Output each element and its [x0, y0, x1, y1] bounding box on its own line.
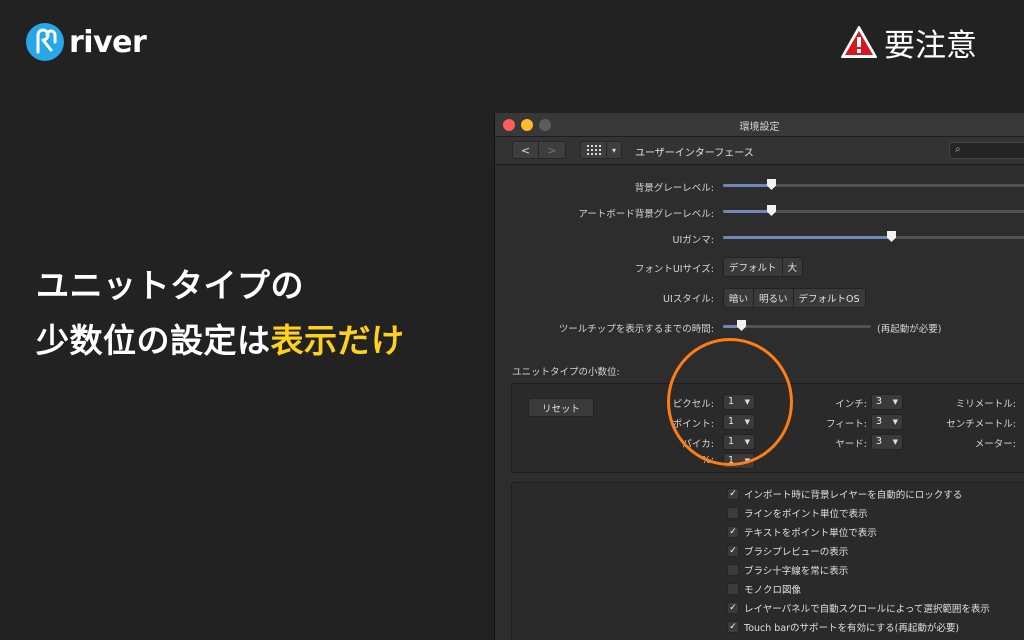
headline-line-1: ユニットタイプの: [36, 266, 304, 305]
feet-label: フィート:: [825, 419, 867, 430]
ui-gamma-knob[interactable]: [887, 231, 896, 242]
checkbox-unchecked[interactable]: [727, 563, 739, 576]
checkbox-label: Touch barのサポートを有効にする(再起動が必要): [744, 622, 960, 634]
checkbox-checked[interactable]: ✓: [727, 620, 739, 633]
headline: ユニットタイプの 少数位の設定は表示だけ: [36, 258, 405, 368]
checkbox-label: テキストをポイント単位で表示: [744, 527, 877, 539]
checkbox-label: ラインをポイント単位で表示: [744, 508, 868, 520]
ui-style-os-option[interactable]: デフォルトOS: [794, 289, 865, 307]
view-dropdown-button[interactable]: ▾: [607, 142, 621, 158]
bg-gray-knob[interactable]: [767, 179, 776, 190]
yard-label: ヤード:: [835, 439, 867, 450]
checkbox-checked[interactable]: ✓: [727, 525, 739, 538]
ui-style-dark-option[interactable]: 暗い: [724, 289, 755, 307]
option-checkbox-row[interactable]: ✓ テキストをポイント単位で表示: [727, 524, 877, 539]
artboard-gray-fill: [723, 210, 771, 213]
ui-style-light-option[interactable]: 明るい: [754, 289, 794, 307]
search-field[interactable]: ⌕: [949, 142, 1024, 159]
brand-logo: river: [26, 20, 147, 64]
checkbox-checked[interactable]: ✓: [727, 544, 739, 557]
inch-label: インチ:: [835, 399, 867, 410]
ui-style-label: UIスタイル:: [663, 294, 714, 305]
bg-gray-label: 背景グレーレベル:: [634, 183, 714, 194]
forward-button[interactable]: >: [539, 142, 565, 158]
option-checkbox-row[interactable]: ラインをポイント単位で表示: [727, 505, 868, 520]
ui-gamma-slider[interactable]: [723, 231, 1024, 242]
caution-text: 要注意: [884, 27, 977, 64]
ui-gamma-fill: [723, 236, 891, 239]
headline-line-2: 少数位の設定は表示だけ: [36, 313, 405, 368]
window-titlebar: 環境設定: [495, 113, 1024, 137]
caution-badge: 要注意: [840, 20, 977, 64]
yard-decimals-value: 3: [876, 436, 883, 447]
search-icon: ⌕: [955, 144, 961, 155]
brand-name: river: [69, 24, 147, 60]
pane-title: ユーザーインターフェース: [635, 148, 754, 159]
artboard-gray-label: アートボード背景グレーレベル:: [578, 209, 714, 220]
ui-gamma-label: UIガンマ:: [672, 235, 714, 246]
nav-segment: < >: [512, 141, 566, 159]
millimeter-label: ミリメートル:: [955, 399, 1016, 410]
checkbox-label: モノクロ図像: [744, 584, 802, 596]
river-logo-icon: [26, 23, 64, 61]
view-segment: ▾: [580, 141, 622, 159]
checkbox-unchecked[interactable]: [727, 582, 739, 595]
font-size-large-option[interactable]: 大: [783, 258, 803, 276]
checkbox-label: ブラシプレビューの表示: [744, 546, 849, 558]
option-checkbox-row[interactable]: ✓ Touch barのサポートを有効にする(再起動が必要): [727, 619, 959, 634]
yard-decimals-select[interactable]: 3 ▼: [871, 434, 903, 450]
bg-gray-fill: [723, 184, 771, 187]
artboard-gray-knob[interactable]: [767, 205, 776, 216]
feet-decimals-value: 3: [876, 416, 883, 427]
chevron-down-icon: ▼: [892, 438, 898, 446]
inch-decimals-select[interactable]: 3 ▼: [871, 394, 903, 410]
meter-label: メーター:: [974, 439, 1016, 450]
window-title: 環境設定: [739, 122, 780, 133]
back-button[interactable]: <: [513, 142, 539, 158]
checkbox-label: レイヤーパネルで自動スクロールによって選択範囲を表示: [744, 603, 990, 615]
tooltip-delay-slider[interactable]: [723, 320, 871, 331]
bg-gray-slider[interactable]: [723, 179, 1024, 190]
checkbox-checked[interactable]: ✓: [727, 601, 739, 614]
option-checkbox-row[interactable]: モノクロ図像: [727, 581, 801, 596]
chevron-down-icon: ▼: [892, 418, 898, 426]
grid-icon: [586, 145, 601, 155]
chevron-down-icon: ▼: [892, 398, 898, 406]
headline-highlight: 表示だけ: [270, 321, 405, 360]
font-size-segment: デフォルト 大: [723, 257, 804, 277]
centimeter-label: センチメートル:: [946, 419, 1016, 430]
restart-required-note: (再起動が必要): [877, 324, 942, 335]
unit-decimals-section-label: ユニットタイプの小数位:: [512, 367, 620, 378]
option-checkbox-row[interactable]: ✓ インポート時に背景レイヤーを自動的にロックする: [727, 486, 962, 501]
window-toolbar: < > ▾ ユーザーインターフェース ⌕: [495, 137, 1024, 165]
checkbox-label: インポート時に背景レイヤーを自動的にロックする: [744, 489, 963, 501]
font-size-default-option[interactable]: デフォルト: [724, 258, 783, 276]
tooltip-delay-label: ツールチップを表示するまでの時間:: [558, 324, 714, 335]
tooltip-delay-knob[interactable]: [737, 320, 746, 331]
ui-style-segment: 暗い 明るい デフォルトOS: [723, 288, 866, 308]
option-checkbox-row[interactable]: ブラシ十字線を常に表示: [727, 562, 848, 577]
checkbox-unchecked[interactable]: [727, 506, 739, 519]
inch-decimals-value: 3: [876, 396, 883, 407]
warning-triangle-icon: [841, 26, 877, 58]
headline-line-2-prefix: 少数位の設定は: [36, 321, 271, 360]
grid-view-button[interactable]: [581, 142, 607, 158]
checkbox-label: ブラシ十字線を常に表示: [744, 565, 849, 577]
feet-decimals-select[interactable]: 3 ▼: [871, 414, 903, 430]
checkbox-checked[interactable]: ✓: [727, 487, 739, 500]
highlight-circle: [667, 338, 793, 466]
artboard-gray-slider[interactable]: [723, 205, 1024, 216]
option-checkbox-row[interactable]: ✓ レイヤーパネルで自動スクロールによって選択範囲を表示: [727, 600, 990, 615]
reset-button[interactable]: リセット: [528, 398, 594, 417]
font-size-label: フォントUIサイズ:: [634, 264, 714, 275]
option-checkbox-row[interactable]: ✓ ブラシプレビューの表示: [727, 543, 848, 558]
